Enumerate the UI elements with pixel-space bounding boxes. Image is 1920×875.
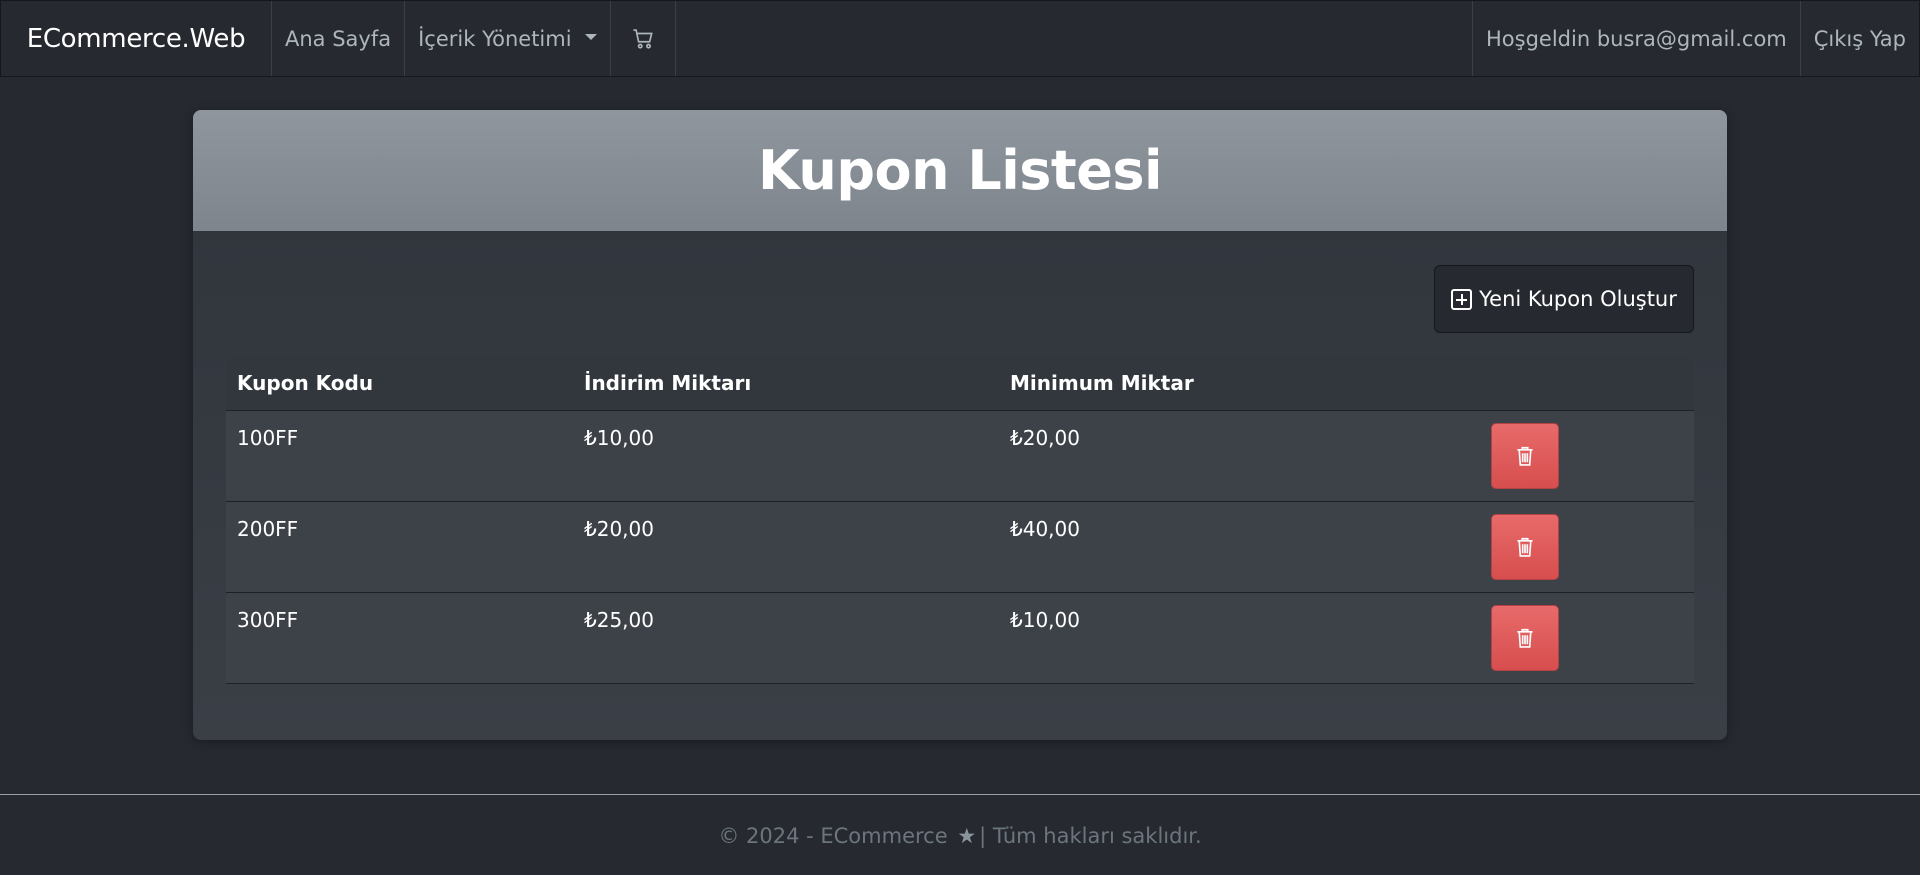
column-header-coupon-code: Kupon Kodu [237, 370, 374, 395]
table-header: Kupon Kodu İndirim Miktarı Minimum Mikta… [226, 355, 1694, 411]
footer: © 2024 - ECommerce ★ | Tüm hakları saklıd… [0, 824, 1920, 848]
nav-home-link[interactable]: Ana Sayfa [271, 1, 404, 76]
table-row: 100FF ₺10,00 ₺20,00 [226, 411, 1694, 502]
nav-content-management-dropdown[interactable]: İçerik Yönetimi [404, 1, 609, 76]
coupon-code-cell: 300FF [237, 608, 299, 632]
column-header-discount: İndirim Miktarı [584, 370, 752, 395]
coupon-code-cell: 200FF [237, 517, 299, 541]
footer-divider [0, 794, 1920, 795]
footer-copyright: © 2024 - ECommerce [718, 824, 948, 848]
star-icon: ★ [957, 824, 977, 848]
nav-content-management-label: İçerik Yönetimi [418, 26, 572, 51]
table-row: 200FF ₺20,00 ₺40,00 [226, 502, 1694, 593]
table-row: 300FF ₺25,00 ₺10,00 [226, 593, 1694, 684]
plus-square-icon [1451, 288, 1473, 310]
new-coupon-button[interactable]: Yeni Kupon Oluştur [1434, 265, 1694, 333]
delete-coupon-button[interactable] [1491, 514, 1559, 580]
coupon-code-cell: 100FF [237, 426, 299, 450]
caret-down-icon [584, 33, 597, 40]
nav-home-label: Ana Sayfa [285, 26, 392, 51]
navbar: ECommerce.Web Ana Sayfa İçerik Yönetimi … [0, 0, 1920, 77]
discount-cell: ₺10,00 [584, 426, 654, 450]
nav-cart-link[interactable] [609, 1, 676, 76]
logout-link[interactable]: Çıkış Yap [1799, 1, 1919, 76]
trash-icon [1517, 628, 1533, 648]
page-title: Kupon Listesi [758, 139, 1162, 202]
minimum-cell: ₺10,00 [1010, 608, 1080, 632]
minimum-cell: ₺40,00 [1010, 517, 1080, 541]
welcome-label: Hoşgeldin busra@gmail.com [1486, 26, 1787, 51]
new-coupon-label: Yeni Kupon Oluştur [1479, 287, 1677, 311]
logout-label: Çıkış Yap [1813, 26, 1906, 51]
card-header: Kupon Listesi [193, 110, 1727, 231]
discount-cell: ₺25,00 [584, 608, 654, 632]
coupon-list-card: Kupon Listesi Yeni Kupon Oluştur Kupon K… [193, 110, 1727, 740]
coupon-table: Kupon Kodu İndirim Miktarı Minimum Mikta… [226, 355, 1694, 684]
cart-icon [632, 28, 653, 49]
delete-coupon-button[interactable] [1491, 423, 1559, 489]
minimum-cell: ₺20,00 [1010, 426, 1080, 450]
delete-coupon-button[interactable] [1491, 605, 1559, 671]
welcome-text: Hoşgeldin busra@gmail.com [1472, 1, 1800, 76]
brand-link[interactable]: ECommerce.Web [1, 1, 271, 76]
discount-cell: ₺20,00 [584, 517, 654, 541]
column-header-minimum: Minimum Miktar [1010, 370, 1194, 395]
footer-rights: | Tüm hakları saklıdır. [979, 824, 1202, 848]
trash-icon [1517, 537, 1533, 557]
trash-icon [1517, 446, 1533, 466]
